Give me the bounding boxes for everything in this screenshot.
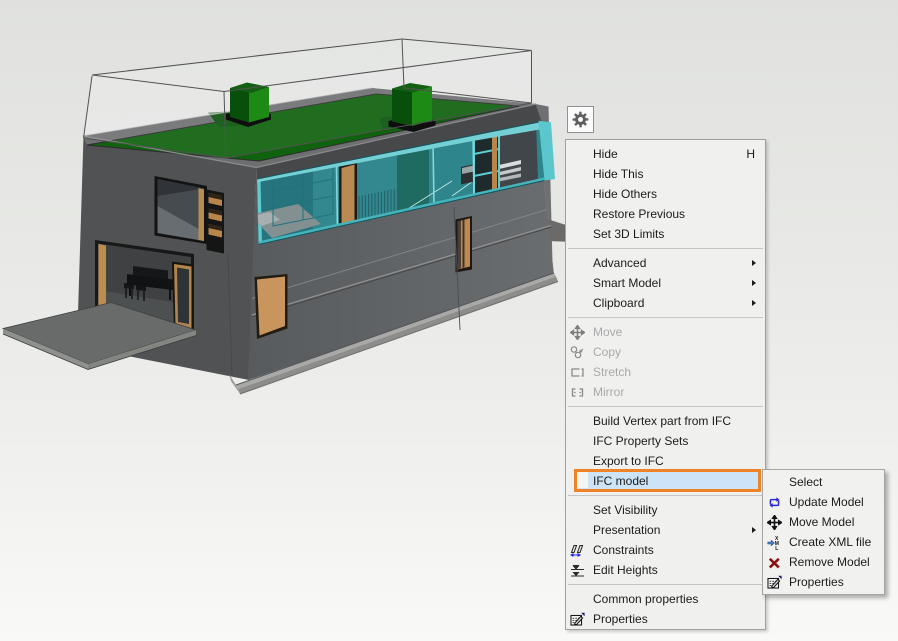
svg-text:L: L <box>775 546 778 550</box>
